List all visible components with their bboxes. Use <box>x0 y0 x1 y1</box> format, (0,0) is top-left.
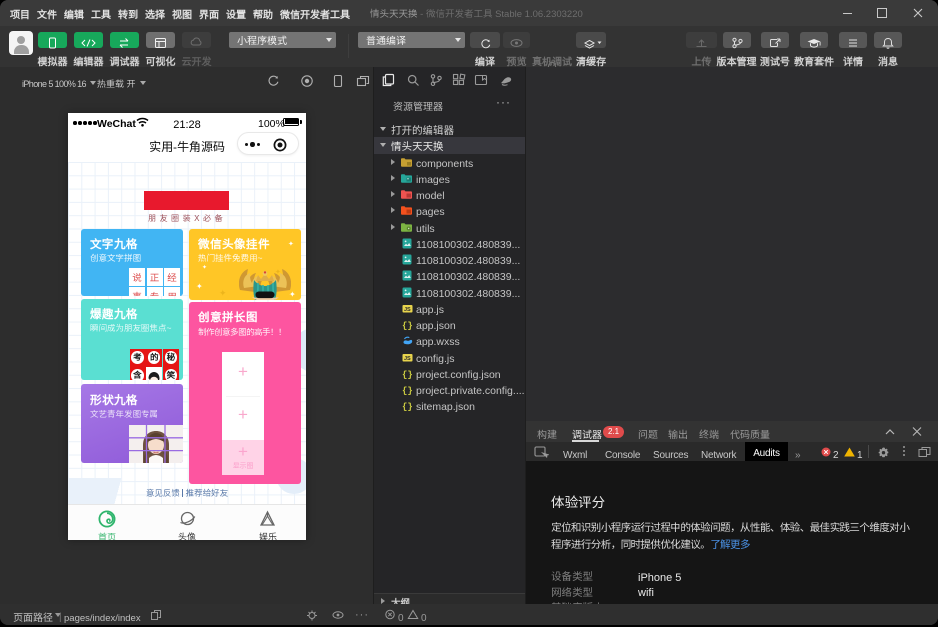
svg-text:JS: JS <box>404 307 411 313</box>
svg-text:{}: {} <box>402 321 413 330</box>
svg-text:{}: {} <box>402 402 413 411</box>
svg-text:{}: {} <box>402 370 413 379</box>
svg-text:JS: JS <box>404 356 411 362</box>
svg-text:{}: {} <box>402 386 413 395</box>
